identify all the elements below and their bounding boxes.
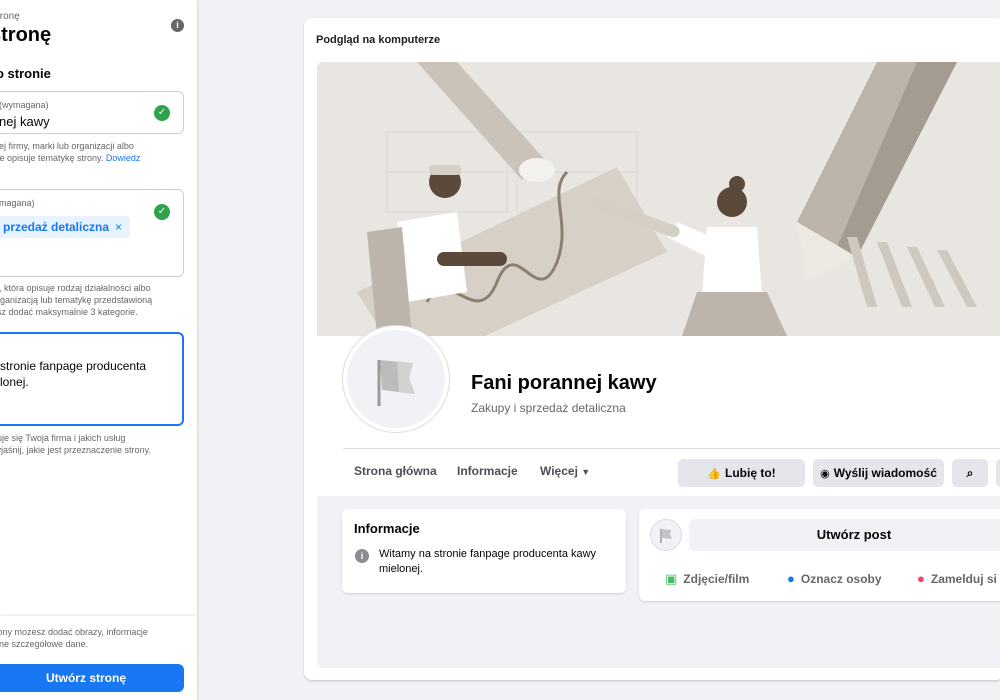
category-field[interactable]: magana) przedaż detaliczna × ✓ bbox=[0, 189, 184, 277]
nav-more[interactable]: Więcej ▼ bbox=[540, 464, 590, 478]
page-name: Fani porannej kawy bbox=[471, 372, 657, 394]
description-line: lonej. bbox=[0, 375, 29, 389]
send-message-button[interactable]: ◉ Wyślij wiadomość bbox=[813, 459, 944, 487]
search-button[interactable]: ⌕ bbox=[952, 459, 988, 487]
photo-icon: ▣ bbox=[665, 571, 678, 586]
footer-note-line: trony możesz dodać obrazy, informacje bbox=[0, 627, 148, 637]
page-name-helper: ojej firmy, marki lub organizacji albo r… bbox=[0, 140, 140, 164]
post-avatar bbox=[650, 519, 682, 551]
category-helper-line: ję, która opisuje rodzaj działalności al… bbox=[0, 283, 151, 293]
category-helper: ję, która opisuje rodzaj działalności al… bbox=[0, 282, 152, 318]
category-chip[interactable]: przedaż detaliczna × bbox=[0, 216, 131, 238]
category-field-label: magana) bbox=[0, 198, 35, 208]
footer-note: trony możesz dodać obrazy, informacje in… bbox=[0, 626, 177, 650]
info-card-text: Witamy na stronie fanpage producenta kaw… bbox=[379, 548, 597, 575]
info-icon[interactable]: i bbox=[171, 19, 184, 32]
info-card: Informacje i Witamy na stronie fanpage p… bbox=[342, 509, 626, 593]
nav-home[interactable]: Strona główna bbox=[354, 464, 437, 478]
description-line: stronie fanpage producenta bbox=[0, 359, 147, 373]
remove-chip-icon[interactable]: × bbox=[115, 220, 122, 234]
like-button[interactable]: 👍 Lubię to! bbox=[678, 459, 805, 487]
check-in-label: Zamelduj si bbox=[930, 572, 997, 586]
page-name-helper-text: rze opisuje tematykę strony. bbox=[0, 153, 104, 163]
flag-icon bbox=[377, 360, 415, 406]
page-avatar bbox=[343, 326, 449, 432]
category-helper-line: esz dodać maksymalnie 3 kategorie. bbox=[0, 307, 138, 317]
create-post-card: Utwórz post ▣ Zdjęcie/film ● Oznacz osoby … bbox=[639, 509, 1000, 601]
tag-people-action[interactable]: ● Oznacz osoby bbox=[787, 571, 882, 586]
footer-note-line: inne szczegółowe dane. bbox=[0, 639, 89, 649]
search-icon: ⌕ bbox=[966, 466, 974, 480]
description-value: stronie fanpage producenta lonej. bbox=[0, 358, 146, 390]
category-chip-label: przedaż detaliczna bbox=[3, 220, 110, 234]
info-card-title: Informacje bbox=[354, 521, 420, 536]
description-field[interactable]: stronie fanpage producenta lonej. bbox=[0, 332, 184, 426]
section-title: o stronie bbox=[0, 66, 51, 81]
breadcrumb: stronę bbox=[0, 11, 20, 22]
page-name-field-label: (wymagana) bbox=[0, 100, 49, 110]
nav-more-label: Więcej bbox=[540, 464, 578, 478]
tag-people-label: Oznacz osoby bbox=[800, 572, 882, 586]
description-counter: 5 bbox=[0, 456, 151, 468]
more-button[interactable] bbox=[996, 459, 1000, 487]
divider bbox=[343, 448, 1000, 449]
learn-more-link[interactable]: Dowiedz bbox=[106, 153, 141, 163]
category-helper-line: organizacją lub tematykę przedstawioną bbox=[0, 295, 153, 305]
page-name-helper-line: ojej firmy, marki lub organizacji albo bbox=[0, 141, 134, 151]
tag-people-icon: ● bbox=[787, 571, 795, 586]
send-message-label: Wyślij wiadomość bbox=[833, 466, 937, 480]
check-in-action[interactable]: ● Zamelduj si bbox=[917, 571, 997, 586]
flag-icon bbox=[660, 529, 672, 543]
nav-info[interactable]: Informacje bbox=[457, 464, 518, 478]
panel-footer: trony możesz dodać obrazy, informacje in… bbox=[0, 616, 197, 700]
page-setup-panel: stronę stronę i o stronie (wymagana) nej… bbox=[0, 0, 197, 700]
location-pin-icon: ● bbox=[917, 571, 925, 586]
panel-title: stronę bbox=[0, 24, 52, 46]
info-icon: i bbox=[355, 549, 369, 563]
valid-check-icon: ✓ bbox=[154, 204, 170, 220]
page-category: Zakupy i sprzedaż detaliczna bbox=[471, 401, 626, 415]
caret-down-icon: ▼ bbox=[581, 467, 591, 477]
description-helper: nuje się Twoja firma i jakich usług vyja… bbox=[0, 432, 151, 468]
preview-title: Podgląd na komputerze bbox=[316, 34, 441, 46]
like-button-label: Lubię to! bbox=[725, 466, 776, 480]
valid-check-icon: ✓ bbox=[154, 105, 170, 121]
page-name-helper-line: rze opisuje tematykę strony. Dowiedz bbox=[0, 152, 140, 164]
page-name-field[interactable]: (wymagana) nej kawy ✓ bbox=[0, 91, 184, 134]
photo-video-label: Zdjęcie/film bbox=[683, 572, 750, 586]
desktop-preview-card: Podgląd na komputerze Fani porannej kawy… bbox=[304, 18, 1000, 680]
profile-header: Fani porannej kawy Zakupy i sprzedaż det… bbox=[317, 326, 1000, 496]
create-post-button[interactable]: Utwórz post bbox=[689, 519, 1000, 551]
photo-video-action[interactable]: ▣ Zdjęcie/film bbox=[665, 571, 749, 587]
messenger-icon: ◉ bbox=[820, 468, 830, 480]
create-page-button[interactable]: Utwórz stronę bbox=[0, 664, 184, 692]
page-name-field-value: nej kawy bbox=[0, 114, 50, 129]
thumbs-up-icon: 👍 bbox=[707, 468, 722, 480]
cover-illustration bbox=[317, 62, 1000, 336]
page-preview: Fani porannej kawy Zakupy i sprzedaż det… bbox=[317, 62, 1000, 668]
description-helper-line: vyjaśnij, jakie jest przeznaczenie stron… bbox=[0, 445, 151, 455]
description-helper-line: nuje się Twoja firma i jakich usług bbox=[0, 433, 126, 443]
